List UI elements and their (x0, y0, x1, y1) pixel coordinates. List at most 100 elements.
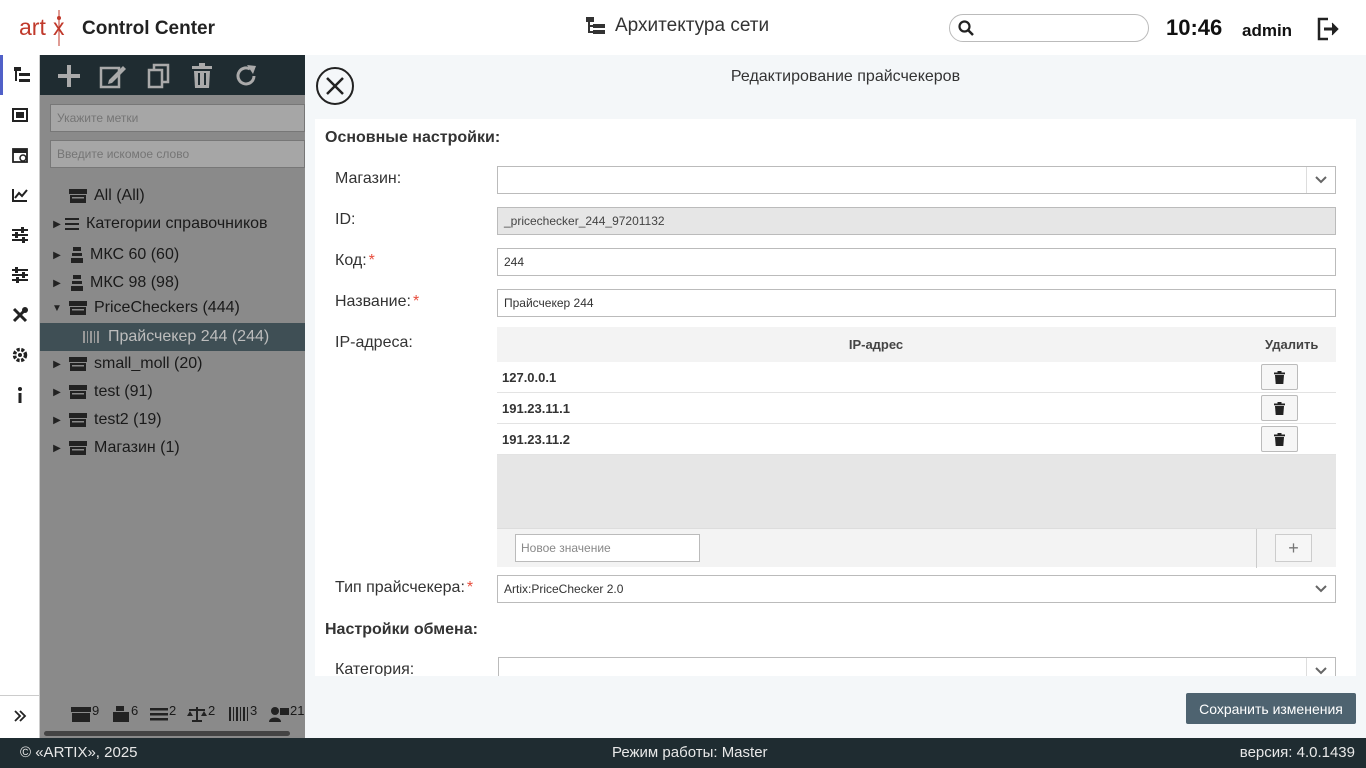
chevron-down-icon (1306, 658, 1335, 676)
chevron-down-icon (1306, 167, 1335, 193)
horizontal-scrollbar[interactable] (44, 731, 290, 736)
search-input[interactable] (978, 17, 1138, 39)
tree-item-small-moll[interactable]: ▶ small_moll (20) (40, 350, 305, 378)
delete-column-header: Удалить (1265, 337, 1319, 352)
delete-row-button[interactable] (1261, 364, 1298, 390)
tree-footer: 9 6 2 2 3 21 (40, 695, 305, 738)
double-chevron-right-icon[interactable] (0, 695, 40, 735)
app-title: Control Center (82, 18, 215, 39)
tree-item-categories[interactable]: ▶ Категории справочников (40, 210, 305, 238)
refresh-icon[interactable] (231, 61, 261, 91)
tools-icon[interactable] (0, 295, 40, 335)
calendar-icon[interactable] (0, 135, 40, 175)
delete-row-button[interactable] (1261, 395, 1298, 421)
sliders-alt-icon[interactable] (0, 255, 40, 295)
footer-count-registers[interactable]: 6 (111, 703, 138, 726)
store-select[interactable] (497, 166, 1336, 194)
icon-sidebar (0, 55, 40, 738)
tree-item-all[interactable]: All (All) (40, 182, 305, 210)
tree-icon[interactable] (0, 55, 40, 95)
tree-toolbar (40, 55, 305, 95)
caret-right-icon[interactable]: ▶ (50, 415, 64, 426)
modal-title: Редактирование прайсчекеров (730, 68, 961, 85)
gear-icon[interactable] (0, 335, 40, 375)
delete-row-button[interactable] (1261, 426, 1298, 452)
trash-icon (1274, 432, 1285, 446)
tree-item-label: МКС 60 (60) (90, 246, 180, 263)
type-label: Тип прайсчекера: * (335, 579, 474, 596)
trash-icon (1274, 370, 1285, 384)
tree-item-test[interactable]: ▶ test (91) (40, 378, 305, 406)
caret-right-icon[interactable]: ▶ (50, 250, 64, 261)
user-name[interactable]: admin (1242, 21, 1292, 41)
search-icon (958, 20, 974, 41)
layout-icon[interactable] (0, 95, 40, 135)
category-label: Категория: (335, 661, 415, 676)
tree-item-test2[interactable]: ▶ test2 (19) (40, 406, 305, 434)
tree-item-store[interactable]: ▶ Магазин (1) (40, 434, 305, 462)
page-title: Архитектура сети (585, 15, 769, 37)
artix-logo[interactable]: art x (19, 10, 79, 46)
tree-item-pricecheckers[interactable]: ▼ PriceCheckers (444) (40, 294, 305, 322)
logout-icon[interactable] (1315, 16, 1341, 47)
tree-item-label: МКС 98 (98) (90, 274, 180, 291)
footer-count-stores[interactable]: 9 (70, 703, 99, 726)
edit-icon[interactable] (98, 61, 128, 91)
table-row: 191.23.11.1 (497, 393, 1336, 424)
tree-item-mks60[interactable]: ▶ МКС 60 (60) (40, 241, 305, 269)
edit-modal: Редактирование прайсчекеров Основные нас… (305, 55, 1366, 738)
caret-right-icon[interactable]: ▶ (50, 387, 64, 398)
category-select[interactable] (498, 657, 1336, 676)
form-area[interactable]: Основные настройки: Магазин: ID: _pricec… (315, 119, 1356, 676)
chevron-down-icon (1306, 576, 1335, 602)
store-icon (70, 703, 92, 726)
store-icon (68, 384, 88, 400)
tree-item-label: test (91) (94, 383, 153, 400)
cash-register-icon (111, 703, 131, 726)
tree-item-label: All (All) (94, 187, 145, 204)
search-box[interactable] (949, 14, 1149, 42)
code-input[interactable]: 244 (497, 248, 1336, 276)
work-mode: Режим работы: Master (612, 744, 768, 761)
chart-icon[interactable] (0, 175, 40, 215)
terminal-icon (268, 703, 290, 726)
name-label: Название: * (335, 293, 420, 310)
store-label: Магазин: (335, 170, 402, 187)
id-field: _pricechecker_244_97201132 (497, 207, 1336, 235)
footer-count-barcodes[interactable]: 3 (228, 703, 257, 726)
caret-right-icon[interactable]: ▶ (50, 278, 64, 289)
store-icon (68, 412, 88, 428)
page-title-text: Архитектура сети (615, 15, 770, 36)
footer-count-scales[interactable]: 2 (186, 703, 215, 726)
add-icon[interactable] (54, 61, 84, 91)
tree-search-input[interactable] (50, 140, 305, 168)
trash-icon (1274, 401, 1285, 415)
footer-count-terminals[interactable]: 21 (268, 703, 304, 726)
add-ip-button[interactable]: + (1275, 534, 1312, 562)
caret-right-icon[interactable]: ▶ (50, 359, 64, 370)
tree-item-pricechecker-244[interactable]: Прайсчекер 244 (244) (40, 323, 305, 351)
caret-right-icon[interactable]: ▶ (50, 219, 64, 230)
info-icon[interactable] (0, 375, 40, 415)
barcode-icon (228, 703, 250, 726)
save-button[interactable]: Сохранить изменения (1186, 693, 1356, 724)
required-mark: * (412, 293, 420, 310)
scales-icon (186, 703, 208, 726)
tree-item-mks98[interactable]: ▶ МКС 98 (98) (40, 269, 305, 297)
footer: © «ARTIX», 2025 Режим работы: Master вер… (0, 738, 1366, 768)
delete-icon[interactable] (187, 61, 217, 91)
caret-right-icon[interactable]: ▶ (50, 443, 64, 454)
tags-input[interactable] (50, 104, 305, 132)
new-ip-input[interactable] (515, 534, 700, 562)
name-input[interactable]: Прайсчекер 244 (497, 289, 1336, 317)
ip-value: 191.23.11.2 (502, 432, 570, 447)
copy-icon[interactable] (144, 61, 174, 91)
type-select[interactable]: Artix:PriceChecker 2.0 (497, 575, 1336, 603)
caret-down-icon[interactable]: ▼ (50, 303, 64, 314)
table-row: 191.23.11.2 (497, 424, 1336, 455)
divider (1256, 529, 1257, 568)
ip-value: 191.23.11.1 (502, 401, 570, 416)
sliders-icon[interactable] (0, 215, 40, 255)
footer-count-lists[interactable]: 2 (149, 703, 176, 726)
list-icon (64, 217, 80, 231)
